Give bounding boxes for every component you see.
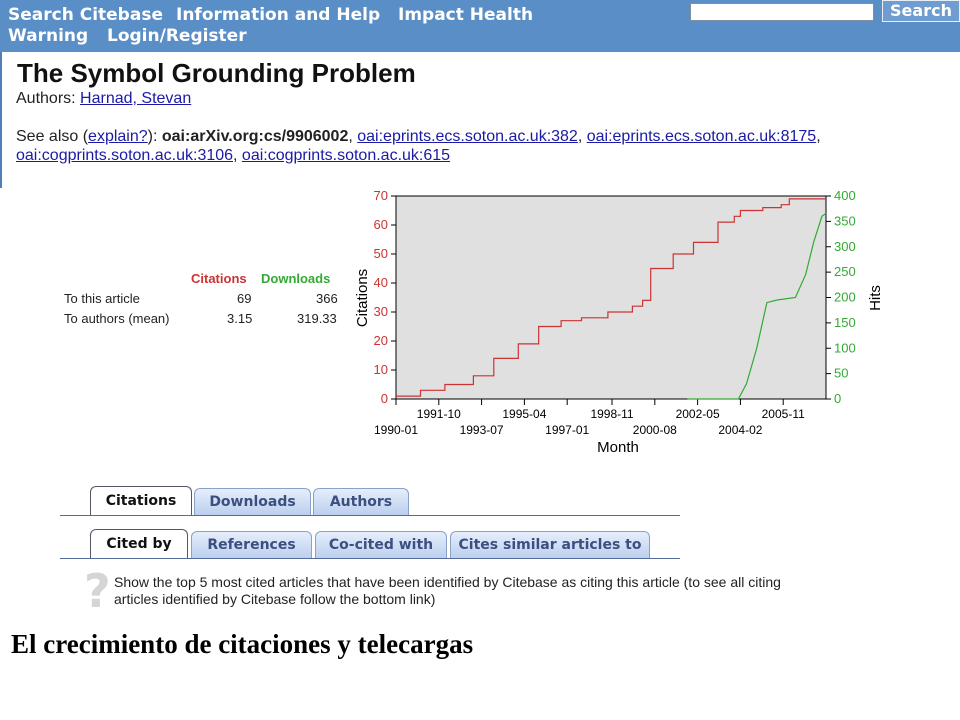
y-tick-label: 30 bbox=[374, 304, 388, 319]
top-nav-bar: Search Citebase Information and Help Imp… bbox=[0, 0, 960, 52]
plot-area bbox=[395, 195, 827, 400]
y2-tick-label: 0 bbox=[834, 391, 841, 406]
x-tick-label: 2004-02 bbox=[718, 423, 762, 437]
stats-downloads-value: 319.33 bbox=[297, 311, 337, 326]
y-axis-label: Citations bbox=[354, 269, 371, 327]
stats-header-citations: Citations bbox=[191, 271, 247, 286]
help-question-icon: ? bbox=[84, 564, 111, 618]
nav-login-register[interactable]: Login/Register bbox=[107, 26, 247, 46]
identifier-link[interactable]: oai:cogprints.soton.ac.uk:3106 bbox=[16, 147, 233, 164]
x-tick-label: 1990-01 bbox=[374, 423, 418, 437]
page-title: The Symbol Grounding Problem bbox=[17, 58, 416, 88]
separator: , bbox=[233, 147, 242, 164]
left-border bbox=[0, 52, 2, 188]
search-input[interactable] bbox=[690, 3, 874, 21]
nav-search-citebase[interactable]: Search Citebase bbox=[8, 5, 163, 25]
y2-tick-label: 150 bbox=[834, 315, 856, 330]
y2-axis-label: Hits bbox=[867, 285, 884, 311]
see-also-line-2: oai:cogprints.soton.ac.uk:3106, oai:cogp… bbox=[16, 147, 450, 165]
identifier-link[interactable]: oai:cogprints.soton.ac.uk:615 bbox=[242, 147, 450, 164]
author-link[interactable]: Harnad, Stevan bbox=[80, 90, 191, 107]
tab-cites-similar[interactable]: Cites similar articles to bbox=[450, 531, 650, 558]
tab-citations[interactable]: Citations bbox=[90, 486, 192, 516]
see-also-close: ): bbox=[147, 128, 162, 145]
tab-references[interactable]: References bbox=[191, 531, 312, 558]
y-tick-label: 40 bbox=[374, 275, 388, 290]
stats-row-label: To authors (mean) bbox=[64, 311, 170, 326]
x-tick-label: 1998-11 bbox=[590, 407, 633, 421]
separator: , bbox=[348, 128, 358, 145]
see-also-line: See also (explain?): oai:arXiv.org:cs/99… bbox=[16, 128, 821, 145]
y2-tick-label: 350 bbox=[834, 213, 856, 228]
tab-divider bbox=[60, 558, 680, 559]
search-button[interactable]: Search bbox=[882, 0, 960, 22]
stats-citations-value: 69 bbox=[237, 291, 252, 306]
y-tick-label: 70 bbox=[374, 188, 388, 203]
x-tick-label: 2005-11 bbox=[762, 407, 805, 421]
nav-information-help[interactable]: Information and Help bbox=[176, 5, 380, 25]
x-axis-label: Month bbox=[597, 439, 639, 456]
stats-header-downloads: Downloads bbox=[261, 271, 331, 286]
tab-divider bbox=[60, 515, 680, 516]
y2-tick-label: 200 bbox=[834, 290, 856, 305]
identifier-link[interactable]: oai:eprints.ecs.soton.ac.uk:8175 bbox=[587, 128, 816, 145]
stats-downloads-value: 366 bbox=[316, 291, 338, 306]
x-tick-label: 1997-01 bbox=[545, 423, 589, 437]
citations-downloads-chart: 0 10 20 30 40 50 60 70 0 50 100 150 200 250 300 350 400 1… bbox=[354, 188, 884, 456]
tab-cited-by[interactable]: Cited by bbox=[90, 529, 188, 559]
authors-line: Authors: Harnad, Stevan bbox=[16, 90, 191, 108]
nav-impact-health[interactable]: Impact Health bbox=[398, 5, 533, 25]
nav-warning[interactable]: Warning bbox=[8, 26, 88, 46]
y2-tick-label: 250 bbox=[834, 264, 856, 279]
help-description: Show the top 5 most cited articles that … bbox=[114, 574, 781, 607]
identifier-link[interactable]: oai:eprints.ecs.soton.ac.uk:382 bbox=[357, 128, 578, 145]
tab-co-cited-with[interactable]: Co-cited with bbox=[315, 531, 447, 558]
y-tick-label: 20 bbox=[374, 333, 388, 348]
y2-tick-label: 400 bbox=[834, 188, 856, 203]
authors-label: Authors: bbox=[16, 90, 81, 107]
y-tick-label: 0 bbox=[381, 391, 388, 406]
y-tick-label: 60 bbox=[374, 217, 388, 232]
x-tick-label: 1993-07 bbox=[460, 423, 504, 437]
explain-link[interactable]: explain? bbox=[88, 128, 148, 145]
x-tick-label: 2000-08 bbox=[633, 423, 677, 437]
see-also-label: See also ( bbox=[16, 128, 89, 145]
y2-tick-label: 100 bbox=[834, 340, 856, 355]
x-tick-label: 1995-04 bbox=[502, 407, 546, 421]
stats-citations-value: 3.15 bbox=[227, 311, 253, 326]
x-tick-label: 2002-05 bbox=[676, 407, 720, 421]
y-tick-label: 50 bbox=[374, 246, 388, 261]
y2-tick-label: 50 bbox=[834, 366, 848, 381]
slide-caption: El crecimiento de citaciones y telecarga… bbox=[11, 629, 474, 659]
tab-downloads[interactable]: Downloads bbox=[194, 488, 311, 515]
stats-row-label: To this article bbox=[64, 291, 140, 306]
tab-authors[interactable]: Authors bbox=[313, 488, 409, 515]
primary-identifier: oai:arXiv.org:cs/9906002 bbox=[161, 128, 349, 145]
separator: , bbox=[577, 128, 587, 145]
y-tick-label: 10 bbox=[374, 362, 388, 377]
y2-tick-label: 300 bbox=[834, 239, 856, 254]
x-tick-label: 1991-10 bbox=[417, 407, 461, 421]
